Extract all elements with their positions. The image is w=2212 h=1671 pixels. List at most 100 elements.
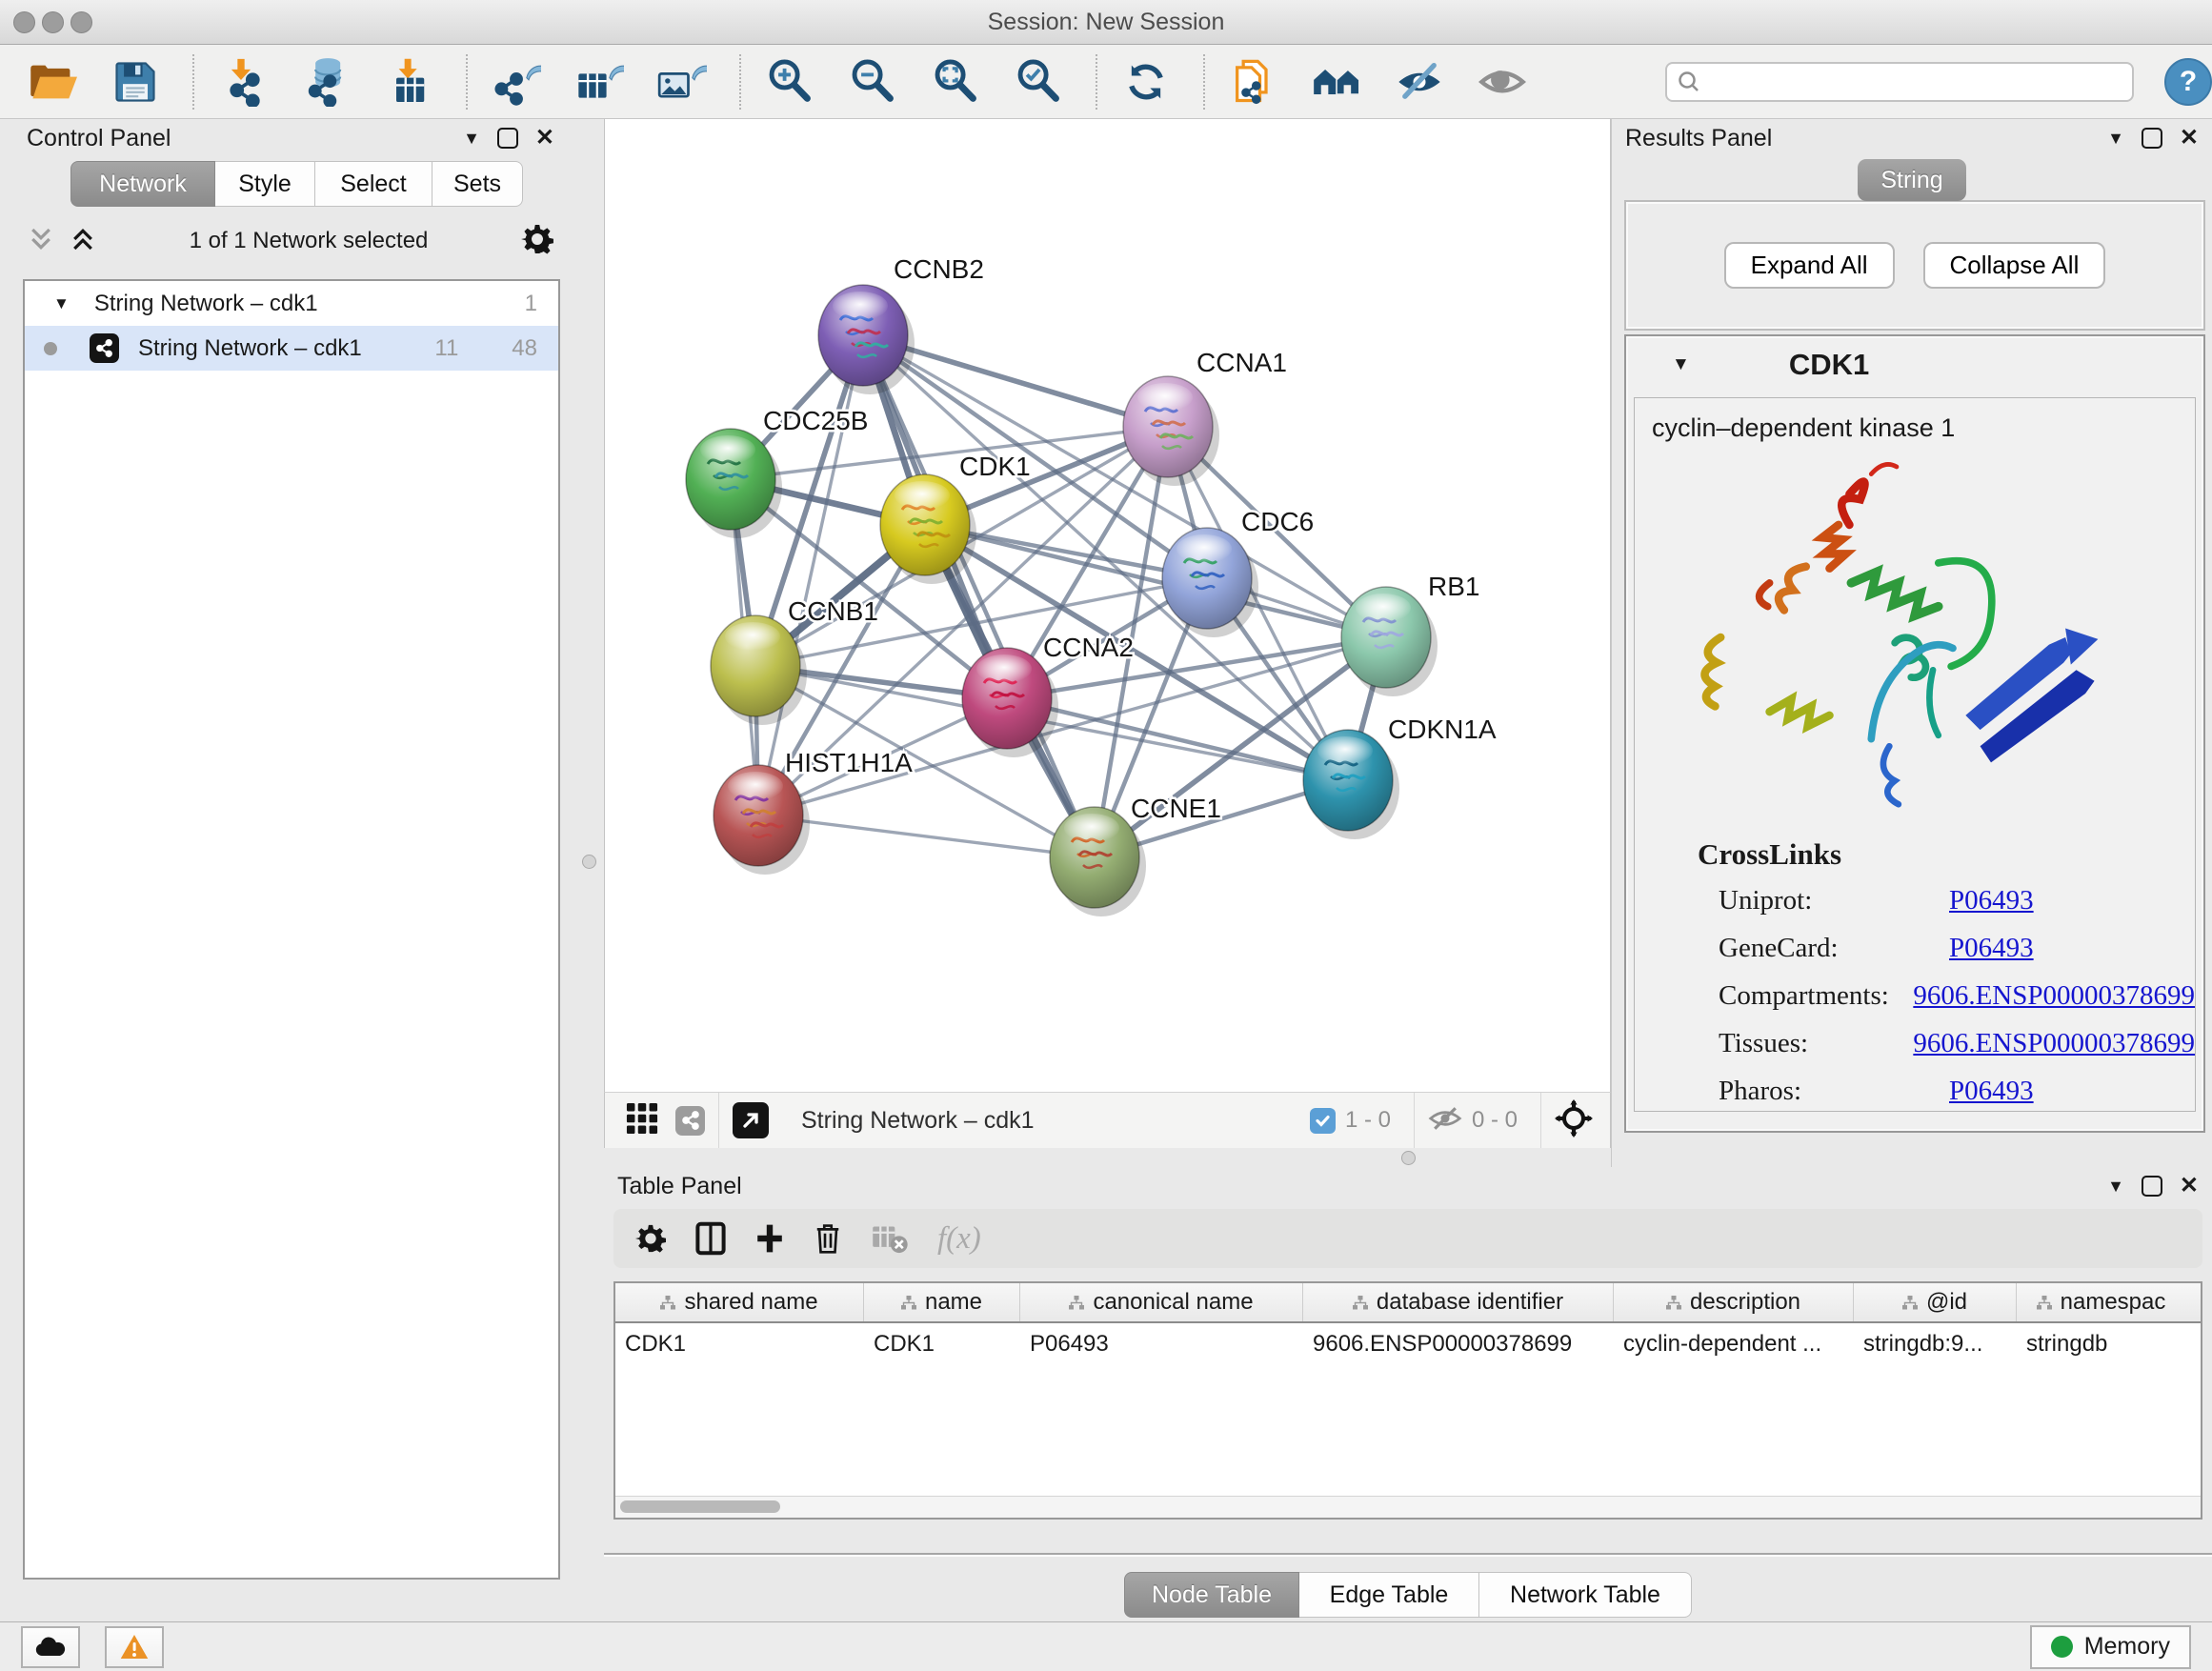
tab-select[interactable]: Select — [315, 161, 432, 207]
collapse-all-tree-icon[interactable] — [69, 225, 97, 258]
collapse-all-button[interactable]: Collapse All — [1923, 242, 2106, 289]
crosslink-link[interactable]: 9606.ENSP00000378699 — [1913, 1028, 2195, 1059]
column-header-shared-name[interactable]: shared name — [615, 1283, 864, 1321]
column-header-description[interactable]: description — [1614, 1283, 1854, 1321]
grid-view-icon[interactable] — [626, 1102, 658, 1139]
crosslink-row: Uniprot:P06493 — [1719, 885, 2195, 916]
help-button[interactable]: ? — [2164, 58, 2212, 106]
open-file-icon[interactable] — [25, 54, 80, 110]
import-network-file-icon[interactable] — [215, 54, 271, 110]
tab-style[interactable]: Style — [215, 161, 315, 207]
float-panel-icon[interactable] — [497, 128, 518, 149]
results-panel-title: Results Panel — [1625, 125, 1772, 152]
preview-eye-icon[interactable] — [1475, 54, 1530, 110]
export-image-icon[interactable] — [654, 54, 710, 110]
tab-network-table[interactable]: Network Table — [1479, 1572, 1692, 1618]
table-horizontal-scrollbar[interactable] — [615, 1496, 2201, 1518]
collection-label: String Network – cdk1 — [94, 291, 318, 317]
export-network-icon[interactable] — [489, 54, 544, 110]
zoom-window-icon[interactable] — [70, 11, 92, 33]
tab-node-table[interactable]: Node Table — [1124, 1572, 1299, 1618]
collapse-panel-icon[interactable]: ▼ — [463, 130, 480, 147]
network-view-icon[interactable] — [675, 1106, 705, 1136]
network-label: String Network – cdk1 — [138, 335, 362, 362]
zoom-out-icon[interactable] — [845, 54, 900, 110]
selected-checkbox-icon[interactable] — [1310, 1108, 1336, 1134]
tab-edge-table[interactable]: Edge Table — [1299, 1572, 1479, 1618]
expand-all-tree-icon[interactable] — [27, 225, 55, 258]
network-node-CCNB2[interactable]: CCNB2 — [818, 254, 984, 394]
network-node-CCNE1[interactable]: CCNE1 — [1050, 794, 1221, 916]
float-panel-icon[interactable] — [2142, 128, 2162, 149]
network-node-RB1[interactable]: RB1 — [1341, 572, 1479, 696]
crosslink-link[interactable]: P06493 — [1949, 933, 2034, 964]
refresh-layout-icon[interactable] — [1118, 54, 1174, 110]
close-panel-icon[interactable]: ✕ — [535, 127, 554, 150]
clipboard-network-icon[interactable] — [1226, 54, 1281, 110]
expand-all-button[interactable]: Expand All — [1724, 242, 1895, 289]
delete-column-icon[interactable] — [814, 1221, 842, 1256]
tab-string[interactable]: String — [1858, 159, 1966, 201]
zoom-selected-icon[interactable] — [1011, 54, 1066, 110]
crosslink-link[interactable]: P06493 — [1949, 1076, 2034, 1107]
zoom-fit-icon[interactable] — [928, 54, 983, 110]
cloud-button[interactable] — [21, 1626, 80, 1668]
birds-eye-crosshair-icon[interactable] — [1555, 1099, 1593, 1142]
network-node-CDC6[interactable]: CDC6 — [1162, 507, 1314, 637]
left-splitter-handle[interactable] — [582, 855, 596, 869]
network-row-selected[interactable]: String Network – cdk1 11 48 — [25, 326, 558, 371]
column-header-name[interactable]: name — [864, 1283, 1020, 1321]
network-canvas[interactable]: CCNB2 CCNA1 CDC25B CDK1 — [604, 119, 1611, 1092]
memory-button[interactable]: Memory — [2030, 1625, 2191, 1669]
status-bar: Memory — [0, 1621, 2212, 1671]
crosslink-link[interactable]: P06493 — [1949, 885, 2034, 916]
network-node-CCNA1[interactable]: CCNA1 — [1123, 348, 1287, 486]
network-node-CCNB1[interactable]: CCNB1 — [711, 596, 878, 725]
column-header-@id[interactable]: @id — [1854, 1283, 2017, 1321]
close-window-icon[interactable] — [13, 11, 35, 33]
import-network-database-icon[interactable] — [298, 54, 353, 110]
close-panel-icon[interactable]: ✕ — [2180, 127, 2199, 150]
toolbar-separator — [1203, 54, 1205, 110]
zoom-in-icon[interactable] — [762, 54, 817, 110]
collapse-panel-icon[interactable]: ▼ — [2107, 130, 2124, 147]
network-options-gear-icon[interactable] — [520, 222, 554, 261]
table-panel-title: Table Panel — [617, 1173, 742, 1200]
collection-expander-icon[interactable]: ▼ — [53, 294, 70, 313]
hide-graphics-eye-icon[interactable] — [1392, 54, 1447, 110]
close-panel-icon[interactable]: ✕ — [2180, 1175, 2199, 1198]
network-node-CDKN1A[interactable]: CDKN1A — [1303, 715, 1497, 839]
node-table[interactable]: shared namenamecanonical namedatabase id… — [613, 1281, 2202, 1520]
table-settings-gear-icon[interactable] — [634, 1222, 667, 1255]
import-table-icon[interactable] — [381, 54, 436, 110]
detach-view-icon[interactable] — [733, 1102, 769, 1138]
minimize-window-icon[interactable] — [42, 11, 64, 33]
scrollbar-thumb[interactable] — [620, 1500, 780, 1513]
network-collection-row[interactable]: ▼ String Network – cdk1 1 — [25, 281, 558, 326]
table-cell: cyclin-dependent ... — [1614, 1331, 1854, 1358]
collapse-panel-icon[interactable]: ▼ — [2107, 1178, 2124, 1195]
tab-sets[interactable]: Sets — [432, 161, 523, 207]
save-session-icon[interactable] — [108, 54, 163, 110]
crosslink-link[interactable]: 9606.ENSP00000378699 — [1913, 980, 2195, 1012]
float-panel-icon[interactable] — [2142, 1176, 2162, 1197]
bottom-splitter-handle[interactable] — [1401, 1151, 1416, 1165]
add-column-icon[interactable] — [754, 1221, 785, 1256]
export-table-icon[interactable] — [572, 54, 627, 110]
control-panel: Control Panel ▼ ✕ NetworkStyleSelectSets… — [13, 119, 568, 1621]
gene-card-expander-icon[interactable]: ▼ — [1672, 354, 1690, 375]
string-homes-icon[interactable] — [1309, 54, 1364, 110]
crosslink-label: Tissues: — [1719, 1028, 1913, 1059]
crosslink-row: Pharos:P06493 — [1719, 1076, 2195, 1107]
edge-CCNB2-CCNE1[interactable] — [863, 335, 1095, 857]
search-field[interactable] — [1701, 68, 2122, 96]
column-header-namespac[interactable]: namespac — [2017, 1283, 2185, 1321]
table-row[interactable]: CDK1CDK1P064939606.ENSP00000378699cyclin… — [615, 1323, 2201, 1365]
search-input[interactable] — [1665, 62, 2134, 102]
column-header-database-identifier[interactable]: database identifier — [1303, 1283, 1614, 1321]
tab-network[interactable]: Network — [70, 161, 215, 207]
show-columns-icon[interactable] — [695, 1221, 726, 1256]
warning-button[interactable] — [105, 1626, 164, 1668]
network-node-HIST1H1A[interactable]: HIST1H1A — [714, 748, 913, 875]
column-header-canonical-name[interactable]: canonical name — [1020, 1283, 1303, 1321]
